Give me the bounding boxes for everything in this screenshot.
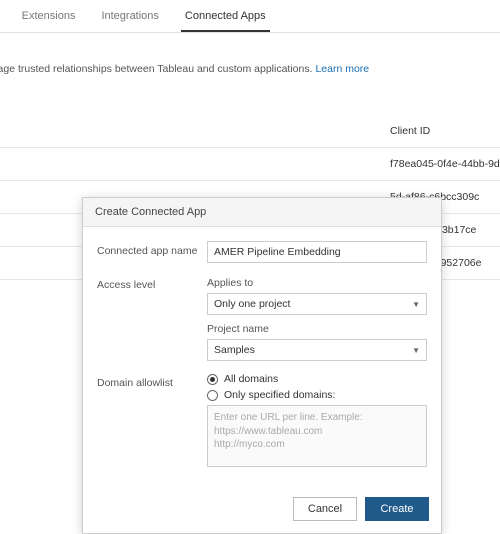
radio-only-domains-label: Only specified domains:	[224, 389, 335, 401]
applies-to-value: Only one project	[214, 298, 290, 310]
chevron-down-icon: ▼	[412, 300, 420, 309]
domain-list-textarea[interactable]: Enter one URL per line. Example: https:/…	[207, 405, 427, 467]
chevron-down-icon: ▼	[412, 346, 420, 355]
modal-title: Create Connected App	[83, 198, 441, 227]
label-project-name: Project name	[207, 323, 427, 335]
label-applies-to: Applies to	[207, 277, 427, 289]
label-access-level: Access level	[97, 275, 207, 291]
radio-icon	[207, 390, 218, 401]
create-connected-app-modal: Create Connected App Connected app name …	[82, 197, 442, 534]
project-name-select[interactable]: Samples ▼	[207, 339, 427, 361]
radio-icon	[207, 374, 218, 385]
create-button[interactable]: Create	[365, 497, 429, 521]
label-app-name: Connected app name	[97, 241, 207, 257]
project-name-value: Samples	[214, 344, 255, 356]
app-name-input[interactable]	[207, 241, 427, 263]
applies-to-select[interactable]: Only one project ▼	[207, 293, 427, 315]
label-domain-allowlist: Domain allowlist	[97, 373, 207, 389]
radio-all-domains[interactable]: All domains	[207, 373, 427, 385]
radio-all-domains-label: All domains	[224, 373, 278, 385]
radio-only-domains[interactable]: Only specified domains:	[207, 389, 427, 401]
modal-overlay: Create Connected App Connected app name …	[0, 0, 500, 500]
cancel-button[interactable]: Cancel	[293, 497, 357, 521]
